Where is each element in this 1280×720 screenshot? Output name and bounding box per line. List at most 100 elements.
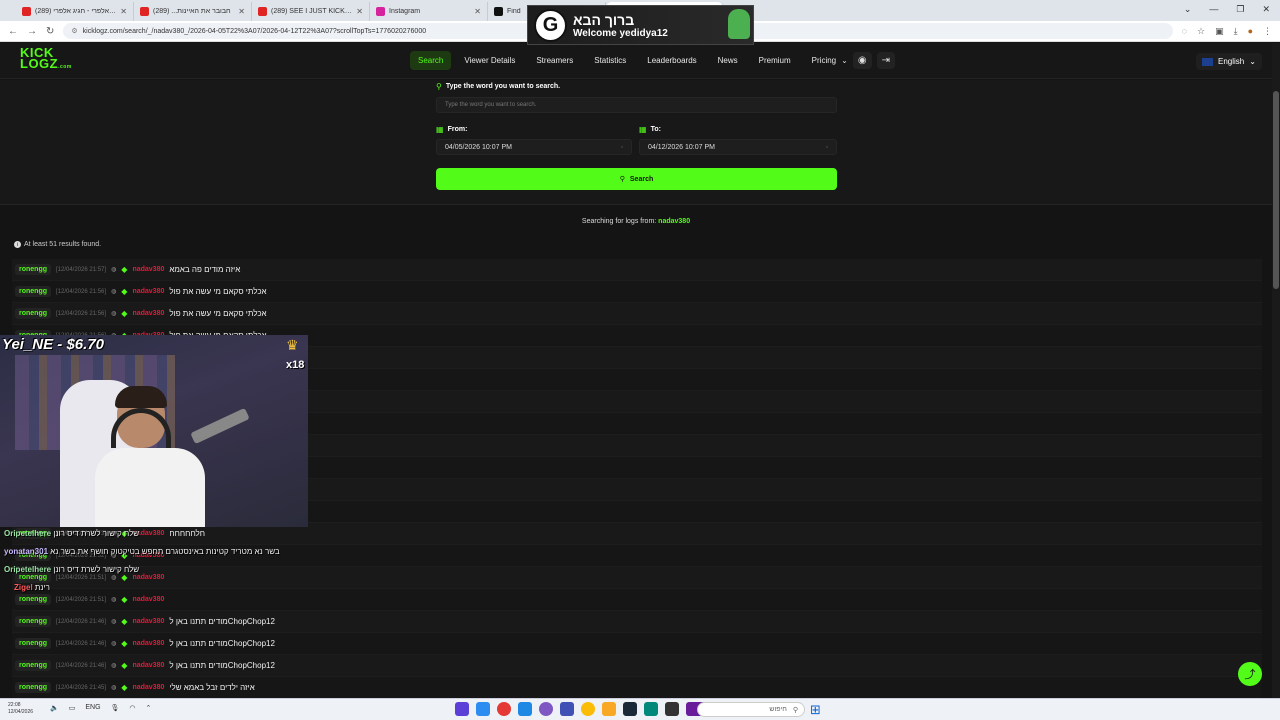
lang-indicator[interactable]: ENG <box>85 704 100 712</box>
stream-chat-line: Zigel רינת <box>14 583 50 592</box>
folder-icon[interactable] <box>602 702 616 716</box>
maximize-icon[interactable]: ❐ <box>1236 4 1244 15</box>
site-header: KICK LOGZ.com Search Viewer Details Stream… <box>0 43 1272 79</box>
taskbar-search[interactable]: חיפוש ⚲ <box>697 702 805 717</box>
from-date-input[interactable]: 04/05/2026 10:07 PM ▫ <box>436 139 632 155</box>
bookmark-star-icon[interactable]: ☆ <box>1197 26 1205 37</box>
windows-start-icon[interactable]: ⊞ <box>810 702 821 718</box>
app-icon[interactable] <box>455 702 469 716</box>
log-target-user[interactable]: nadav380 <box>132 266 164 273</box>
browser-tab[interactable]: חבובר את האיינות... (289) ✕ <box>134 2 252 21</box>
share-button[interactable]: ⤴ <box>1238 662 1262 686</box>
download-icon[interactable]: ⤓ <box>1234 26 1238 37</box>
searching-status: Searching for logs from: nadav380 <box>581 218 691 225</box>
language-selector[interactable]: English ⌄ <box>1196 53 1262 70</box>
battery-icon[interactable]: ▭ <box>69 704 76 712</box>
tray-chevron-icon[interactable]: ⌃ <box>146 704 152 712</box>
mod-icon: ◍ <box>111 685 117 691</box>
log-target-user[interactable]: nadav380 <box>132 574 164 581</box>
to-date-input[interactable]: 04/12/2026 10:07 PM ▫ <box>639 139 837 155</box>
discord-icon[interactable]: ◉ <box>852 52 872 69</box>
nav-item[interactable]: Premium <box>751 51 799 70</box>
nav-item[interactable]: Pricing <box>804 51 844 70</box>
login-icon[interactable]: ⇥ <box>876 52 895 69</box>
app-icon[interactable] <box>644 702 658 716</box>
tab-close-icon[interactable]: ✕ <box>356 7 363 16</box>
stream-chat-user: Zigel <box>14 583 33 592</box>
extensions-icon[interactable]: ▣ <box>1215 26 1224 37</box>
log-target-user[interactable]: nadav380 <box>132 310 164 317</box>
tab-close-icon[interactable]: ✕ <box>474 7 481 16</box>
welcome-username: Welcome yedidya12 <box>573 27 668 39</box>
log-username[interactable]: ronengg <box>15 594 51 605</box>
site-info-icon[interactable]: ⚙ <box>71 27 77 35</box>
calendar-icon: ▦ <box>639 125 647 134</box>
app-icon[interactable] <box>665 702 679 716</box>
app-icon[interactable] <box>518 702 532 716</box>
calendar-picker-icon[interactable]: ▫ <box>826 144 828 151</box>
tab-close-icon[interactable]: ✕ <box>238 7 245 16</box>
log-target-user[interactable]: nadav380 <box>132 640 164 647</box>
log-username[interactable]: ronengg <box>15 660 51 671</box>
chrome-icon[interactable] <box>581 702 595 716</box>
log-target-user[interactable]: nadav380 <box>132 618 164 625</box>
page-scrollbar[interactable] <box>1272 43 1280 698</box>
browser-tab[interactable]: Instagram ✕ <box>370 2 488 21</box>
back-icon[interactable]: ← <box>8 26 18 37</box>
eye-off-icon[interactable]: ◌ <box>1182 26 1187 37</box>
minimize-icon[interactable]: — <box>1209 4 1218 15</box>
app-icon[interactable] <box>539 702 553 716</box>
nav-item[interactable]: Search <box>410 51 452 70</box>
mod-icon: ◍ <box>111 575 117 581</box>
app-icon[interactable] <box>497 702 511 716</box>
calendar-picker-icon[interactable]: ▫ <box>621 144 623 151</box>
nav-item[interactable]: News <box>710 51 746 70</box>
tab-favicon <box>258 7 267 16</box>
app-icon[interactable] <box>476 702 490 716</box>
reload-icon[interactable]: ↻ <box>46 26 54 37</box>
browser-tab[interactable]: כפיר אלפרי - חגיג אלפרי (289)✕ <box>16 2 134 21</box>
menu-kebab-icon[interactable]: ⋮ <box>1263 26 1272 37</box>
forward-icon[interactable]: → <box>27 26 37 37</box>
close-icon[interactable]: ✕ <box>1262 4 1270 15</box>
clock[interactable]: 22:08 12/04/2026 <box>8 702 33 716</box>
log-username[interactable]: ronengg <box>15 638 51 649</box>
log-username[interactable]: ronengg <box>15 286 51 297</box>
stream-chat-user: Oripetelhere <box>4 565 52 574</box>
tab-close-icon[interactable]: ✕ <box>120 7 127 16</box>
wifi-icon[interactable]: ◠ <box>129 704 135 712</box>
log-row: ronengg [12/04/2026 21:46] ◍ ◆ nadav380 מודים… <box>12 655 1262 677</box>
log-username[interactable]: ronengg <box>15 616 51 627</box>
nav-item[interactable]: Streamers <box>528 51 581 70</box>
volume-icon[interactable]: 🔈 <box>50 704 59 712</box>
log-row: ronengg [12/04/2026 21:46] ◍ ◆ nadav380 מודים… <box>12 633 1262 655</box>
nav-item[interactable]: Viewer Details <box>456 51 523 70</box>
kicklogz-logo[interactable]: KICK LOGZ.com <box>20 46 72 73</box>
stream-chat-msg: שלח קישור לשרת דיס רונן <box>53 529 140 538</box>
log-username[interactable]: ronengg <box>15 682 51 693</box>
app-icon[interactable] <box>560 702 574 716</box>
log-message: איזה מודים פה באמא <box>169 265 241 274</box>
chevron-down-icon: ⌄ <box>1249 57 1256 66</box>
log-target-user[interactable]: nadav380 <box>132 684 164 691</box>
profile-avatar-icon[interactable]: ● <box>1248 26 1253 37</box>
dropdown-icon[interactable]: ⌄ <box>1184 4 1192 15</box>
browser-tab[interactable]: (289) SEE I JUST KICKED STAN✕ <box>252 2 370 21</box>
language-label: English <box>1218 57 1245 66</box>
log-username[interactable]: ronengg <box>15 264 51 275</box>
nav-item[interactable]: Leaderboards <box>639 51 704 70</box>
search-word-label: ⚲ Type the word you want to search. <box>436 82 561 91</box>
log-timestamp: [12/04/2026 21:51] <box>56 596 107 603</box>
log-target-user[interactable]: nadav380 <box>132 288 164 295</box>
mic-icon[interactable]: 🎙 <box>111 704 120 712</box>
tab-favicon <box>494 7 503 16</box>
nav-item[interactable]: Statistics <box>586 51 634 70</box>
searched-user[interactable]: nadav380 <box>658 218 690 225</box>
badge-gem-icon: ◆ <box>121 617 128 626</box>
log-target-user[interactable]: nadav380 <box>132 662 164 669</box>
search-word-input[interactable]: Type the word you want to search. <box>436 97 837 113</box>
steam-icon[interactable] <box>623 702 637 716</box>
log-target-user[interactable]: nadav380 <box>132 596 164 603</box>
search-button[interactable]: ⚲ Search <box>436 168 837 190</box>
log-username[interactable]: ronengg <box>15 308 51 319</box>
